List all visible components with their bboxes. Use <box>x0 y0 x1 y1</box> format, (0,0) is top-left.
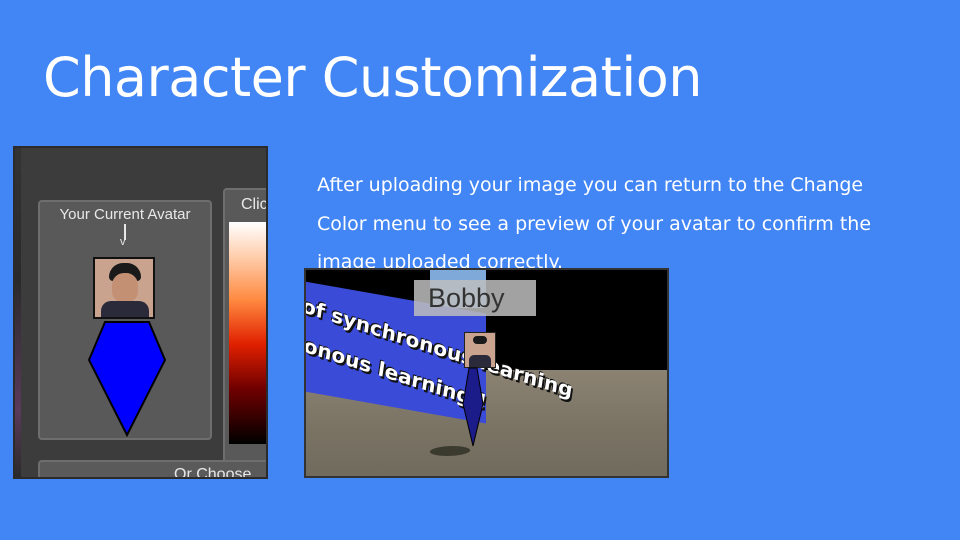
player-name-tag: Bobby <box>414 280 536 316</box>
menu-edge <box>15 148 21 477</box>
avatar-menu-screenshot: Your Current Avatar v Clic Or Choose <box>13 146 268 479</box>
player-face-image <box>464 332 496 368</box>
arrow-down-icon: v <box>120 236 126 248</box>
game-preview-screenshot: of synchronous learning ronous learning … <box>304 268 669 478</box>
avatar-body-diamond <box>87 321 167 438</box>
color-picker-label: Clic <box>241 196 268 213</box>
or-choose-label: Or Choose <box>174 466 252 479</box>
slide-body-text: After uploading your image you can retur… <box>317 174 872 273</box>
avatar-face-image <box>93 257 155 319</box>
slide-title: Character Customization <box>43 46 703 109</box>
color-gradient-picker[interactable] <box>229 222 266 444</box>
current-avatar-panel: Your Current Avatar v <box>38 200 212 440</box>
player-body-diamond <box>462 367 484 447</box>
color-picker-panel: Clic <box>223 188 268 477</box>
current-avatar-label: Your Current Avatar <box>59 206 191 223</box>
or-choose-bar[interactable]: Or Choose <box>38 460 266 479</box>
